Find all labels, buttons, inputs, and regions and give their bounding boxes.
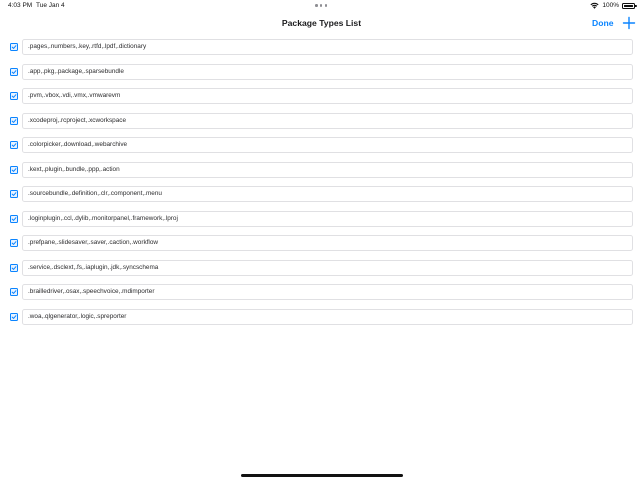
package-extensions-field[interactable]: .kext,.plugin,.bundle,.ppp,.action: [22, 161, 633, 178]
checkbox[interactable]: [10, 288, 18, 296]
checkmark-icon: [11, 94, 17, 98]
multitasking-dots-icon[interactable]: [315, 4, 327, 7]
package-extensions-field[interactable]: .brailledriver,.osax,.speechvoice,.mdimp…: [22, 284, 633, 300]
checkmark-icon: [11, 290, 17, 294]
battery-icon: [622, 2, 637, 9]
checkbox[interactable]: [10, 67, 18, 76]
plus-icon: [622, 16, 636, 30]
add-button[interactable]: [622, 15, 636, 31]
checkmark-icon: [11, 241, 17, 245]
package-types-list: .pages,.numbers,.key,.rtfd,.lpdf,.dictio…: [0, 38, 643, 332]
checkmark-icon: [11, 265, 17, 270]
home-indicator[interactable]: [241, 474, 403, 477]
list-item: .colorpicker,.download,.webarchive: [0, 136, 643, 161]
list-item: .prefpane,.slidesaver,.saver,.caction,.w…: [0, 234, 643, 259]
package-extensions-field[interactable]: .pvm,.vbox,.vdi,.vmx,.vmwarevm: [22, 88, 633, 104]
checkbox[interactable]: [10, 116, 18, 125]
navigation-bar: Package Types List Done: [0, 12, 643, 36]
checkbox[interactable]: [10, 239, 18, 247]
checkbox[interactable]: [10, 312, 18, 321]
checkmark-icon: [11, 143, 17, 147]
checkmark-icon: [11, 192, 17, 196]
package-extensions-field[interactable]: .service,.dsclext,.fs,.iaplugin,.jdk,.sy…: [22, 259, 633, 276]
checkbox[interactable]: [10, 43, 18, 51]
list-item: .loginplugin,.ccl,.dylib,.monitorpanel,.…: [0, 210, 643, 235]
checkmark-icon: [11, 216, 17, 221]
wifi-icon: [590, 2, 599, 9]
package-extensions-field[interactable]: .woa,.qlgenerator,.logic,.spreporter: [22, 308, 633, 325]
checkmark-icon: [11, 314, 17, 319]
checkmark-icon: [11, 167, 17, 172]
status-indicators: 100%: [590, 2, 637, 9]
checkbox[interactable]: [10, 214, 18, 223]
package-extensions-field[interactable]: .xcodeproj,.rcproject,.xcworkspace: [22, 112, 633, 129]
battery-percentage: 100%: [602, 2, 619, 9]
checkmark-icon: [11, 45, 17, 49]
checkbox[interactable]: [10, 263, 18, 272]
package-extensions-field[interactable]: .loginplugin,.ccl,.dylib,.monitorpanel,.…: [22, 210, 633, 227]
checkbox[interactable]: [10, 141, 18, 149]
package-extensions-field[interactable]: .sourcebundle,.definition,.clr,.componen…: [22, 186, 633, 202]
package-extensions-field[interactable]: .app,.pkg,.package,.sparsebundle: [22, 63, 633, 80]
list-item: .woa,.qlgenerator,.logic,.spreporter: [0, 308, 643, 333]
package-extensions-field[interactable]: .pages,.numbers,.key,.rtfd,.lpdf,.dictio…: [22, 39, 633, 55]
list-item: .pages,.numbers,.key,.rtfd,.lpdf,.dictio…: [0, 38, 643, 63]
status-bar: 4:03 PM Tue Jan 4 100%: [0, 0, 643, 12]
list-item: .brailledriver,.osax,.speechvoice,.mdimp…: [0, 283, 643, 308]
checkbox[interactable]: [10, 165, 18, 174]
done-button[interactable]: Done: [592, 18, 613, 28]
checkmark-icon: [11, 118, 17, 123]
list-item: .app,.pkg,.package,.sparsebundle: [0, 63, 643, 88]
list-item: .xcodeproj,.rcproject,.xcworkspace: [0, 112, 643, 137]
checkbox[interactable]: [10, 92, 18, 100]
status-date: Tue Jan 4: [36, 2, 65, 9]
list-item: .sourcebundle,.definition,.clr,.componen…: [0, 185, 643, 210]
checkmark-icon: [11, 69, 17, 74]
package-extensions-field[interactable]: .colorpicker,.download,.webarchive: [22, 137, 633, 153]
page-title: Package Types List: [281, 18, 362, 28]
list-item: .service,.dsclext,.fs,.iaplugin,.jdk,.sy…: [0, 259, 643, 284]
list-item: .kext,.plugin,.bundle,.ppp,.action: [0, 161, 643, 186]
package-extensions-field[interactable]: .prefpane,.slidesaver,.saver,.caction,.w…: [22, 235, 633, 251]
checkbox[interactable]: [10, 190, 18, 198]
status-time: 4:03 PM: [8, 2, 33, 9]
list-item: .pvm,.vbox,.vdi,.vmx,.vmwarevm: [0, 87, 643, 112]
